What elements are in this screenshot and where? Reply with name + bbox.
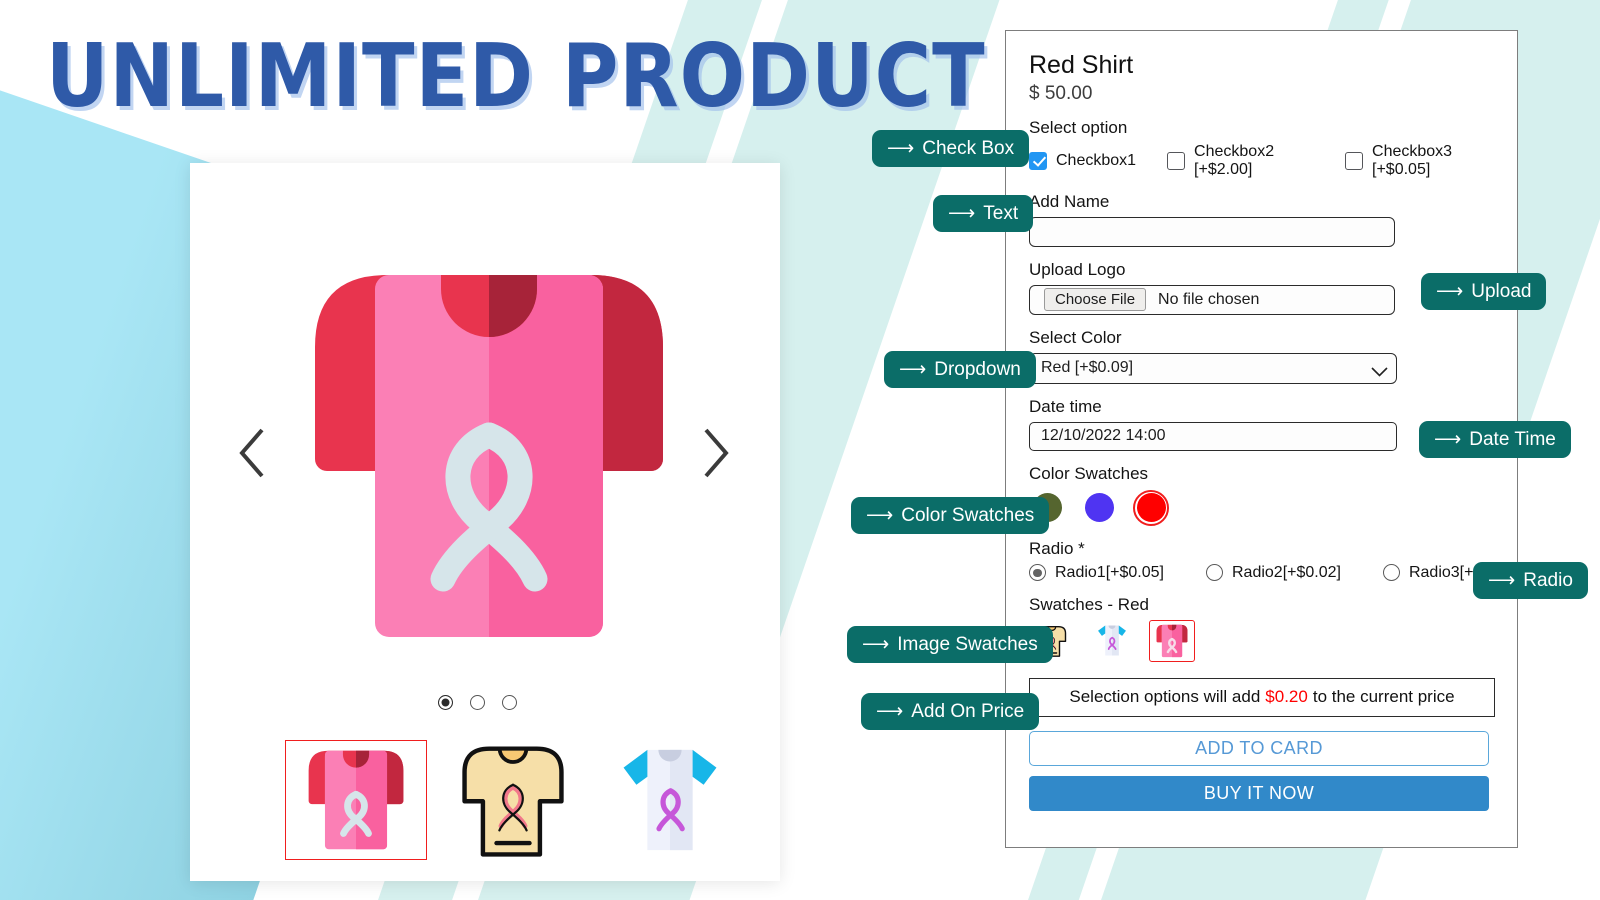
color-swatch-group	[1029, 489, 1492, 526]
addon-price-notice: Selection options will add $0.20 to the …	[1029, 677, 1495, 717]
checkbox-unchecked-icon[interactable]	[1167, 151, 1186, 170]
gallery-dot-3[interactable]	[502, 695, 517, 710]
checkbox-unchecked-icon[interactable]	[1345, 151, 1364, 170]
arrow-right-icon: ⟶	[948, 203, 976, 224]
radio-group: Radio1[+$0.05] Radio2[+$0.02] Radio3[+$0…	[1029, 563, 1518, 582]
arrow-right-icon: ⟶	[1434, 429, 1462, 450]
addon-notice-suffix: to the current price	[1312, 687, 1455, 707]
arrow-right-icon: ⟶	[899, 359, 927, 380]
product-price: $ 50.00	[1029, 82, 1093, 104]
radio-unselected-icon[interactable]	[1205, 564, 1223, 582]
gallery-thumbnails	[285, 740, 741, 860]
arrow-right-icon: ⟶	[1488, 570, 1516, 591]
gallery-next-arrow[interactable]	[690, 418, 740, 488]
product-name: Red Shirt	[1029, 51, 1134, 79]
image-swatch-pink-ribbon-shirt[interactable]	[1149, 619, 1195, 662]
image-swatches-label: Swatches - Red	[1029, 594, 1149, 614]
select-color-label: Select Color	[1029, 327, 1122, 347]
checkbox-item-3[interactable]: Checkbox3 [+$0.05]	[1345, 143, 1492, 179]
buy-it-now-button[interactable]: BUY IT NOW	[1029, 775, 1489, 811]
arrow-right-icon: ⟶	[866, 505, 894, 526]
gallery-prev-arrow[interactable]	[228, 418, 278, 488]
addon-amount: $0.20	[1265, 687, 1308, 707]
checkbox-label-2: Checkbox2 [+$2.00]	[1194, 142, 1275, 178]
add-to-cart-button[interactable]: ADD TO CARD	[1029, 730, 1489, 766]
image-swatch-group	[1029, 619, 1492, 662]
callout-check-box: ⟶ Check Box	[872, 130, 1030, 167]
radio-item-1[interactable]: Radio1[+$0.05]	[1029, 564, 1164, 582]
callout-label: Date Time	[1469, 428, 1556, 450]
radio-selected-icon[interactable]	[1029, 564, 1046, 582]
thumbnail-white-blue-sleeve-ribbon-shirt[interactable]	[599, 740, 741, 860]
checkbox-label-1: Checkbox1	[1056, 151, 1137, 169]
color-swatch-blue-violet[interactable]	[1081, 490, 1117, 526]
gallery-dot-1[interactable]	[438, 695, 453, 710]
checkbox-checked-icon[interactable]	[1029, 151, 1047, 170]
radio-label: Radio *	[1029, 538, 1085, 558]
select-color-value: Red [+$0.09]	[1041, 359, 1134, 377]
file-status-text: No file chosen	[1158, 290, 1260, 308]
date-time-value: 12/10/2022 14:00	[1041, 427, 1166, 445]
arrow-right-icon: ⟶	[1436, 281, 1464, 302]
color-swatch-red[interactable]	[1133, 489, 1169, 526]
addon-notice-prefix: Selection options will add	[1069, 687, 1261, 707]
date-time-input[interactable]: 12/10/2022 14:00	[1029, 421, 1397, 451]
callout-text: ⟶ Text	[933, 195, 1034, 232]
callout-label: Text	[983, 202, 1019, 224]
arrow-right-icon: ⟶	[876, 701, 904, 722]
date-time-label: Date time	[1029, 396, 1102, 416]
upload-logo-field[interactable]: Choose File No file chosen	[1029, 284, 1395, 315]
image-swatch-white-blue-sleeve-ribbon-shirt[interactable]	[1089, 619, 1135, 662]
checkbox-group: Checkbox1 Checkbox2 [+$2.00] Checkbox3 […	[1029, 143, 1492, 179]
callout-upload: ⟶ Upload	[1421, 273, 1547, 310]
arrow-right-icon: ⟶	[862, 634, 890, 655]
callout-label: Dropdown	[934, 358, 1021, 380]
color-swatches-label: Color Swatches	[1029, 463, 1149, 483]
checkbox-label-3: Checkbox3 [+$0.05]	[1372, 142, 1453, 178]
callout-label: Image Swatches	[897, 633, 1038, 655]
callout-label: Radio	[1523, 569, 1573, 591]
radio-item-2[interactable]: Radio2[+$0.02]	[1205, 563, 1341, 582]
checkbox-item-1[interactable]: Checkbox1	[1029, 151, 1137, 170]
callout-dropdown: ⟶ Dropdown	[884, 351, 1036, 388]
thumbnail-pink-ribbon-shirt[interactable]	[285, 740, 427, 860]
add-name-label: Add Name	[1029, 191, 1110, 211]
callout-radio: ⟶ Radio	[1473, 562, 1588, 599]
radio-label-2: Radio2[+$0.02]	[1231, 563, 1341, 581]
callout-image-swatches: ⟶ Image Swatches	[847, 626, 1053, 663]
select-color-dropdown[interactable]: Red [+$0.09]	[1029, 352, 1397, 384]
radio-label-1: Radio1[+$0.05]	[1055, 563, 1164, 581]
add-name-input[interactable]	[1029, 216, 1395, 247]
callout-label: Upload	[1471, 280, 1532, 302]
callout-label: Color Swatches	[901, 504, 1035, 526]
callout-add-on-price: ⟶ Add On Price	[861, 693, 1040, 730]
gallery-dot-2[interactable]	[470, 695, 485, 710]
gallery-dots	[438, 695, 517, 710]
thumbnail-tan-outline-ribbon-shirt[interactable]	[442, 740, 584, 860]
callout-label: Check Box	[922, 137, 1015, 159]
callout-date-time: ⟶ Date Time	[1419, 421, 1571, 458]
hero-product-image	[315, 265, 663, 647]
callout-label: Add On Price	[911, 700, 1025, 722]
radio-unselected-icon[interactable]	[1382, 564, 1400, 582]
arrow-right-icon: ⟶	[887, 138, 915, 159]
chevron-down-icon	[1371, 364, 1388, 377]
checkbox-item-2[interactable]: Checkbox2 [+$2.00]	[1167, 143, 1314, 179]
callout-color-swatches: ⟶ Color Swatches	[851, 497, 1050, 534]
select-option-label: Select option	[1029, 117, 1128, 137]
choose-file-button[interactable]: Choose File	[1044, 288, 1147, 312]
